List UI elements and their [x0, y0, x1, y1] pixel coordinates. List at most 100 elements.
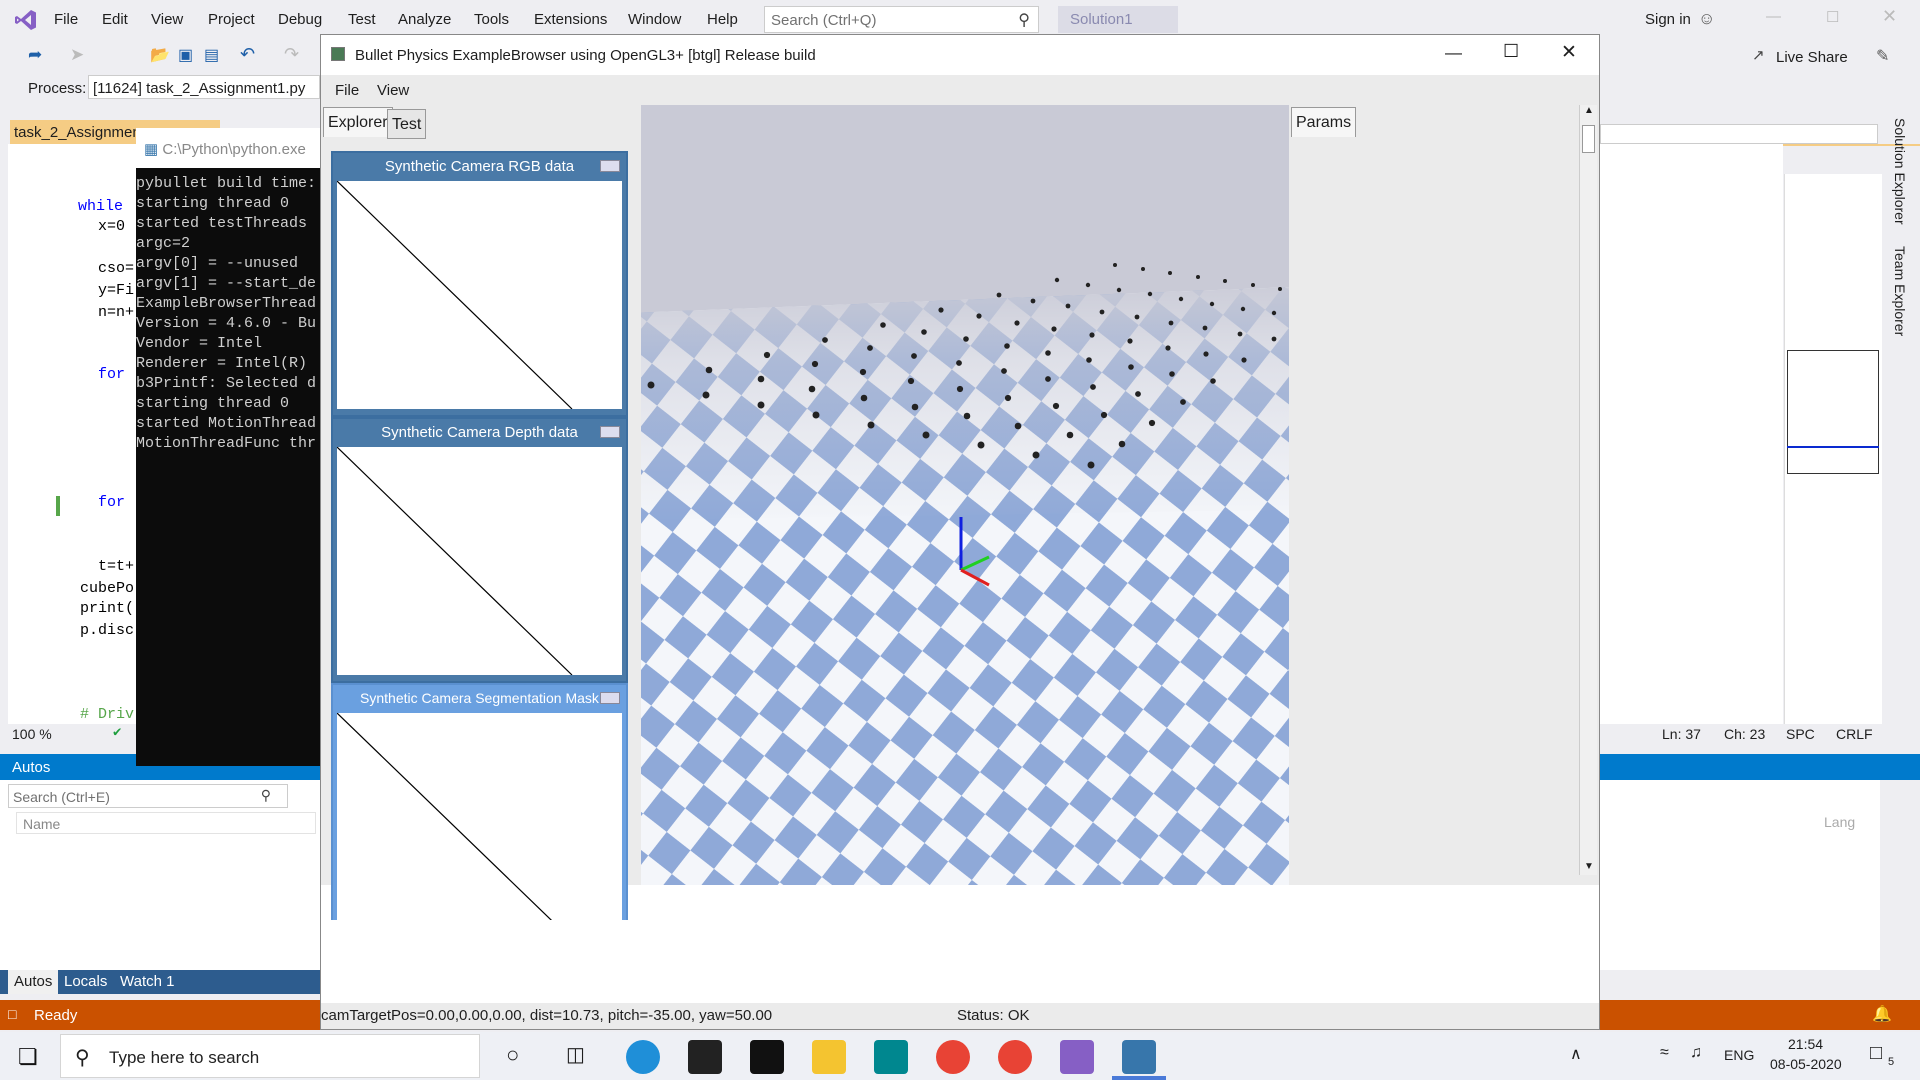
- editor-nav-dropdown[interactable]: [1600, 124, 1878, 144]
- particle: [1209, 301, 1215, 307]
- zoom-level[interactable]: 100 %: [12, 726, 52, 742]
- cortana-icon[interactable]: ○: [506, 1042, 519, 1068]
- live-share-button[interactable]: Live Share: [1776, 49, 1848, 66]
- camera-depth-window[interactable]: Synthetic Camera Depth data: [331, 417, 628, 683]
- camera-depth-header: Synthetic Camera Depth data: [333, 419, 626, 447]
- status-ready-icon: □: [8, 1006, 17, 1022]
- particle: [1203, 351, 1209, 357]
- menu-analyze[interactable]: Analyze: [398, 11, 451, 28]
- volume-icon[interactable]: ♫: [1690, 1044, 1702, 1062]
- vs-maximize-icon[interactable]: ☐: [1826, 8, 1839, 26]
- save-all-icon[interactable]: ▤: [204, 45, 219, 65]
- bullet-close-icon[interactable]: ✕: [1561, 41, 1577, 64]
- notification-icon[interactable]: 🔔: [1872, 1004, 1892, 1024]
- tab-watch-1[interactable]: Watch 1: [120, 973, 174, 990]
- bullet-menu-file[interactable]: File: [335, 82, 359, 99]
- vs-search-input[interactable]: Search (Ctrl+Q) ⚲: [764, 6, 1039, 33]
- scroll-down-icon[interactable]: ▼: [1584, 861, 1594, 872]
- console-window[interactable]: ▦ C:\Python\python.exe pybullet build ti…: [136, 128, 328, 766]
- camera-seg-window[interactable]: Synthetic Camera Segmentation Mask: [331, 683, 628, 920]
- particle: [1001, 368, 1007, 374]
- chrome-icon[interactable]: [936, 1040, 970, 1074]
- vs-logo-icon[interactable]: [14, 8, 38, 32]
- console-line: MotionThreadFunc thr: [136, 435, 317, 452]
- tab-autos[interactable]: Autos: [8, 970, 59, 994]
- bullet-menu-view[interactable]: View: [377, 82, 409, 99]
- save-icon[interactable]: ▣: [178, 45, 193, 65]
- python-taskbar-icon[interactable]: [1122, 1040, 1156, 1074]
- menu-window[interactable]: Window: [628, 11, 681, 28]
- particle: [956, 385, 964, 393]
- menu-project[interactable]: Project: [208, 11, 255, 28]
- particle: [647, 381, 655, 389]
- forward-icon[interactable]: ➤: [70, 45, 84, 65]
- taskbar-search-box[interactable]: ⚲ Type here to search: [60, 1034, 480, 1078]
- vs-minimize-icon[interactable]: —: [1766, 8, 1781, 25]
- bullet-minimize-icon[interactable]: —: [1445, 43, 1462, 63]
- tab-params[interactable]: Params: [1291, 107, 1357, 137]
- menu-edit[interactable]: Edit: [102, 11, 128, 28]
- redo-icon[interactable]: ↷: [284, 44, 299, 65]
- side-tab-solution-explorer[interactable]: Solution Explorer: [1888, 118, 1910, 238]
- feedback-icon[interactable]: ✎: [1876, 46, 1889, 66]
- particle: [867, 345, 873, 351]
- task-view-icon[interactable]: ◫: [566, 1042, 585, 1067]
- minimize-icon[interactable]: [600, 692, 620, 704]
- chrome-2-icon[interactable]: [998, 1040, 1032, 1074]
- live-share-icon[interactable]: ↗: [1752, 46, 1765, 64]
- console-title: C:\Python\python.exe: [162, 141, 306, 158]
- tab-test[interactable]: Test: [387, 109, 427, 139]
- autos-search-input[interactable]: Search (Ctrl+E) ⚲: [8, 784, 288, 808]
- undo-icon[interactable]: ↶: [240, 44, 255, 65]
- side-tab-team-explorer[interactable]: Team Explorer: [1888, 246, 1910, 346]
- arduino-icon[interactable]: [874, 1040, 908, 1074]
- menu-help[interactable]: Help: [707, 11, 738, 28]
- autos-col-name-label: Name: [23, 816, 61, 832]
- language-indicator[interactable]: ENG: [1724, 1047, 1754, 1063]
- scroll-up-icon[interactable]: ▲: [1584, 105, 1594, 116]
- console-line: started MotionThread: [136, 415, 317, 432]
- store-icon[interactable]: [688, 1040, 722, 1074]
- process-select[interactable]: [11624] task_2_Assignment1.py: [88, 75, 320, 99]
- menu-test[interactable]: Test: [348, 11, 376, 28]
- params-scrollbar[interactable]: ▲ ▼: [1579, 105, 1597, 875]
- minimap-panel[interactable]: [1784, 174, 1882, 724]
- menu-tools[interactable]: Tools: [474, 11, 509, 28]
- open-folder-icon[interactable]: 📂: [150, 45, 170, 65]
- menu-debug[interactable]: Debug: [278, 11, 322, 28]
- menu-extensions[interactable]: Extensions: [534, 11, 607, 28]
- minimap-viewport[interactable]: [1787, 350, 1879, 474]
- sign-in-link[interactable]: Sign in: [1645, 11, 1691, 28]
- tab-explorer[interactable]: Explorer: [323, 107, 393, 137]
- minimize-icon[interactable]: [600, 160, 620, 172]
- clock-date[interactable]: 08-05-2020: [1770, 1056, 1842, 1072]
- back-icon[interactable]: ➦: [28, 45, 42, 65]
- file-explorer-icon[interactable]: [812, 1040, 846, 1074]
- particle: [859, 368, 867, 376]
- menu-view[interactable]: View: [151, 11, 183, 28]
- minimize-icon[interactable]: [600, 426, 620, 438]
- account-icon[interactable]: ☺: [1698, 9, 1715, 29]
- action-center-icon[interactable]: □: [1870, 1042, 1882, 1065]
- camera-rgb-window[interactable]: Synthetic Camera RGB data: [331, 151, 628, 417]
- menu-file[interactable]: File: [54, 11, 78, 28]
- particle: [1087, 461, 1095, 469]
- bullet-maximize-icon[interactable]: ☐: [1503, 41, 1519, 62]
- edge-icon[interactable]: [626, 1040, 660, 1074]
- opengl-viewport[interactable]: Explorer Test Params ▲ ▼ Synthetic Camer…: [321, 105, 1599, 920]
- show-hidden-icons[interactable]: ∧: [1570, 1044, 1582, 1064]
- mail-icon[interactable]: [750, 1040, 784, 1074]
- bullet-window[interactable]: Bullet Physics ExampleBrowser using Open…: [320, 34, 1600, 1030]
- particle: [1004, 343, 1010, 349]
- vs-close-icon[interactable]: ✕: [1882, 6, 1897, 27]
- network-icon[interactable]: ≈: [1660, 1044, 1669, 1062]
- visual-studio-icon[interactable]: [1060, 1040, 1094, 1074]
- particle: [1202, 325, 1208, 331]
- scroll-thumb[interactable]: [1582, 125, 1595, 153]
- tab-locals[interactable]: Locals: [64, 973, 107, 990]
- start-windows-icon[interactable]: ❏: [18, 1044, 38, 1070]
- process-value: [11624] task_2_Assignment1.py: [93, 80, 306, 97]
- clock-time[interactable]: 21:54: [1788, 1036, 1823, 1052]
- code-line: y=Fi: [98, 282, 135, 299]
- particle: [977, 441, 985, 449]
